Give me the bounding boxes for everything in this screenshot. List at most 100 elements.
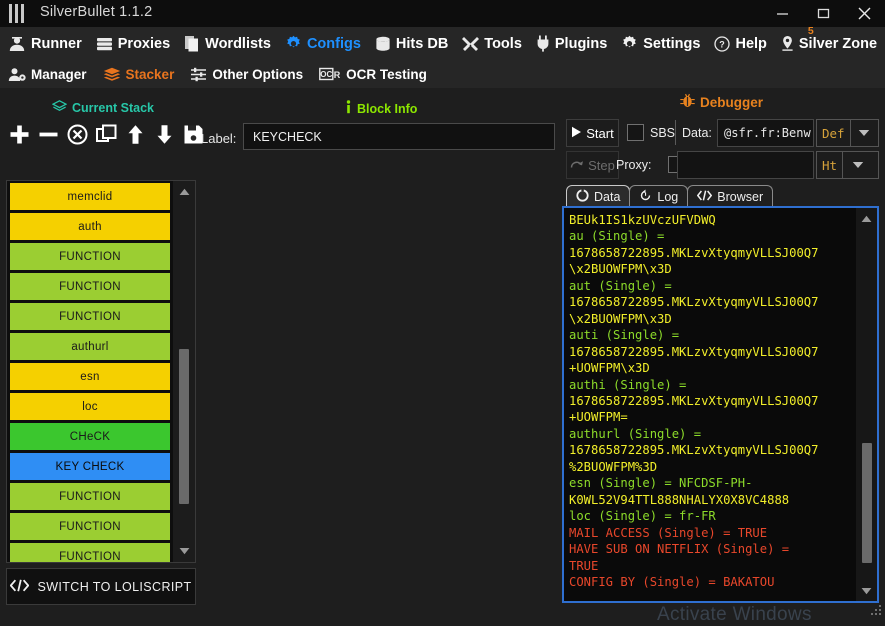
proxy-type-select[interactable]: Ht — [816, 151, 879, 179]
menu-label: Silver Zone — [798, 35, 878, 52]
close-button[interactable] — [844, 0, 885, 27]
bug-icon — [680, 93, 695, 111]
resize-grip-icon[interactable] — [869, 603, 883, 617]
log-scrollbar-thumb[interactable] — [862, 443, 872, 563]
data-input[interactable] — [722, 125, 813, 141]
stack-block-label: FUNCTION — [59, 550, 121, 563]
tab-browser[interactable]: Browser — [687, 185, 774, 208]
menu-item-runner[interactable]: Runner — [8, 36, 82, 52]
svg-text:?: ? — [720, 39, 726, 49]
log-line: HAVE SUB ON NETFLIX (Single) = — [569, 542, 790, 557]
menu-item-plugins[interactable]: Plugins — [536, 35, 607, 52]
sbs-label: SBS — [650, 126, 676, 140]
stack-block-item[interactable]: FUNCTION — [10, 513, 170, 540]
submenu-item-ocr-testing[interactable]: OC R OCR Testing — [319, 67, 427, 82]
stack-block-item[interactable]: FUNCTION — [10, 543, 170, 562]
debugger-data-panel[interactable]: BEUk1IS1kzUVczUFVDWQ au (Single) = 1678658… — [562, 206, 879, 603]
submenu-label: OCR Testing — [346, 66, 427, 82]
stack-block-item[interactable]: KEY CHECK — [10, 453, 170, 480]
start-button[interactable]: Start — [566, 119, 619, 147]
tab-data[interactable]: Data — [566, 185, 631, 208]
scroll-down-arrow-icon[interactable] — [173, 542, 195, 560]
stack-block-label: loc — [82, 400, 98, 413]
remove-block-button[interactable] — [35, 121, 62, 147]
log-line: authurl (Single) = — [569, 426, 702, 441]
stack-block-item[interactable]: loc — [10, 393, 170, 420]
stack-block-item[interactable]: auth — [10, 213, 170, 240]
stack-scrollbar[interactable] — [173, 181, 195, 562]
proxy-field[interactable] — [677, 151, 814, 179]
svg-text:R: R — [334, 70, 341, 80]
menu-item-configs[interactable]: Configs — [285, 35, 361, 52]
submenu-item-manager[interactable]: Manager — [8, 67, 87, 82]
menu-item-settings[interactable]: Settings — [621, 35, 700, 52]
log-line: auti (Single) = — [569, 328, 680, 343]
submenu-item-other-options[interactable]: Other Options — [190, 67, 303, 82]
menu-item-tools[interactable]: Tools — [462, 35, 522, 52]
runner-icon — [8, 36, 26, 52]
block-label-input[interactable] — [251, 128, 554, 145]
scroll-down-arrow-icon[interactable] — [856, 582, 877, 599]
menu-item-help[interactable]: ? Help — [714, 35, 767, 52]
stack-block-item[interactable]: CHeCK — [10, 423, 170, 450]
clear-stack-button[interactable] — [64, 121, 91, 147]
stack-list[interactable]: memclid auth FUNCTION FUNCTION FUNCTION authu… — [7, 181, 173, 562]
cog-icon — [621, 35, 638, 52]
data-type-value: Def — [822, 125, 845, 141]
menu-item-proxies[interactable]: Proxies — [96, 36, 170, 52]
debugger-log-output: BEUk1IS1kzUVczUFVDWQ au (Single) = 1678658… — [564, 208, 856, 601]
log-scrollbar[interactable] — [856, 208, 877, 601]
menu-item-wordlists[interactable]: Wordlists — [184, 35, 271, 52]
info-icon — [345, 100, 352, 117]
heading-label: Block Info — [357, 101, 418, 116]
log-line: 1678658722895.MKLzvXtyqmyVLLSJ00Q7 — [569, 393, 819, 408]
question-circle-icon: ? — [714, 35, 731, 52]
log-line: %2BUOWFPM%3D — [569, 459, 658, 474]
log-line: au (Single) = — [569, 229, 665, 244]
menu-item-hits-db[interactable]: Hits DB — [375, 36, 448, 52]
step-button[interactable]: Step — [566, 151, 619, 179]
menu-item-silver-zone[interactable]: Silver Zone 5 — [781, 25, 878, 52]
chevron-down-icon[interactable] — [843, 161, 872, 169]
menu-label: Tools — [484, 35, 522, 52]
control-divider — [675, 120, 676, 145]
stack-block-item[interactable]: FUNCTION — [10, 483, 170, 510]
proxy-input[interactable] — [682, 157, 813, 173]
stack-block-item[interactable]: FUNCTION — [10, 243, 170, 270]
stack-block-label: KEY CHECK — [55, 460, 125, 473]
maximize-button[interactable] — [803, 0, 844, 27]
label-caption: Label: — [201, 131, 237, 146]
stack-block-item[interactable]: authurl — [10, 333, 170, 360]
log-line: authi (Single) = — [569, 377, 687, 392]
scroll-up-arrow-icon[interactable] — [173, 183, 195, 201]
minimize-button[interactable] — [762, 0, 803, 27]
menu-label: Hits DB — [395, 35, 449, 52]
log-line: MAIL ACCESS (Single) = TRUE — [569, 525, 768, 540]
stack-block-item[interactable]: FUNCTION — [10, 273, 170, 300]
add-block-button[interactable] — [6, 121, 33, 147]
submenu-item-stacker[interactable]: Stacker — [103, 67, 174, 82]
stack-block-label: esn — [80, 370, 100, 383]
log-line: 1678658722895.MKLzvXtyqmyVLLSJ00Q7 — [569, 344, 819, 359]
stack-block-item[interactable]: FUNCTION — [10, 303, 170, 330]
menu-label: Plugins — [554, 35, 608, 52]
stack-block-item[interactable]: esn — [10, 363, 170, 390]
start-label: Start — [586, 125, 614, 141]
move-up-button[interactable] — [122, 121, 149, 147]
scroll-up-arrow-icon[interactable] — [856, 210, 877, 227]
tab-log[interactable]: Log — [629, 185, 689, 208]
menu-label: Settings — [643, 35, 701, 52]
stack-scrollbar-thumb[interactable] — [179, 349, 189, 504]
block-label-field[interactable] — [243, 123, 555, 150]
gear-icon — [285, 35, 302, 52]
data-field[interactable] — [717, 119, 814, 147]
move-down-button[interactable] — [151, 121, 178, 147]
data-caption: Data: — [682, 126, 712, 140]
menu-label: Help — [735, 35, 767, 52]
switch-to-loliscript-button[interactable]: SWITCH TO LOLISCRIPT — [6, 568, 196, 605]
sbs-checkbox[interactable] — [627, 124, 644, 141]
data-type-select[interactable]: Def — [816, 119, 879, 147]
chevron-down-icon[interactable] — [851, 129, 878, 137]
stack-block-item[interactable]: memclid — [10, 183, 170, 210]
duplicate-block-button[interactable] — [93, 121, 120, 147]
